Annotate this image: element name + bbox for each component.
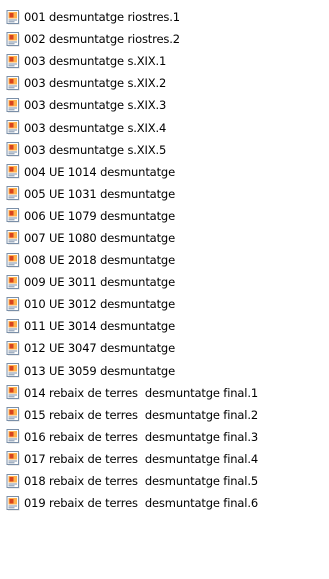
- file-name: 003 desmuntatge s.XIX.4: [24, 120, 167, 135]
- file-item[interactable]: 011 UE 3014 desmuntatge: [0, 315, 329, 337]
- file-name: 019 rebaix de terres desmuntatge final.6: [24, 496, 258, 511]
- file-item[interactable]: 017 rebaix de terres desmuntatge final.4: [0, 448, 329, 470]
- file-name: 006 UE 1079 desmuntatge: [24, 208, 176, 223]
- file-name: 008 UE 2018 desmuntatge: [24, 253, 176, 268]
- presentation-file-icon: [6, 97, 21, 113]
- file-name: 014 rebaix de terres desmuntatge final.1: [24, 385, 258, 400]
- file-name: 011 UE 3014 desmuntatge: [24, 319, 176, 334]
- presentation-file-icon: [6, 495, 21, 511]
- file-name: 003 desmuntatge s.XIX.3: [24, 98, 167, 113]
- presentation-file-icon: [6, 75, 21, 91]
- presentation-file-icon: [6, 296, 21, 312]
- file-item[interactable]: 013 UE 3059 desmuntatge: [0, 360, 329, 382]
- presentation-file-icon: [6, 429, 21, 444]
- file-item[interactable]: 018 rebaix de terres desmuntatge final.5: [0, 470, 329, 492]
- presentation-file-icon: [6, 340, 21, 356]
- presentation-file-icon: [6, 120, 21, 135]
- file-item[interactable]: 012 UE 3047 desmuntatge: [0, 337, 329, 359]
- presentation-file-icon: [6, 274, 21, 290]
- file-name: 001 desmuntatge riostres.1: [24, 10, 180, 25]
- file-item[interactable]: 008 UE 2018 desmuntatge: [0, 249, 329, 271]
- presentation-file-icon: [6, 164, 21, 179]
- file-name: 017 rebaix de terres desmuntatge final.4: [24, 451, 258, 466]
- file-item[interactable]: 016 rebaix de terres desmuntatge final.3: [0, 426, 329, 448]
- file-item[interactable]: 001 desmuntatge riostres.1: [0, 6, 329, 28]
- file-item[interactable]: 004 UE 1014 desmuntatge: [0, 161, 329, 183]
- file-name: 003 desmuntatge s.XIX.5: [24, 142, 167, 157]
- file-item[interactable]: 002 desmuntatge riostres.2: [0, 28, 329, 50]
- file-name: 018 rebaix de terres desmuntatge final.5: [24, 474, 258, 489]
- file-name: 005 UE 1031 desmuntatge: [24, 186, 176, 201]
- file-item[interactable]: 006 UE 1079 desmuntatge: [0, 205, 329, 227]
- file-item[interactable]: 003 desmuntatge s.XIX.4: [0, 116, 329, 138]
- file-name: 003 desmuntatge s.XIX.2: [24, 76, 167, 91]
- file-name: 007 UE 1080 desmuntatge: [24, 230, 176, 245]
- file-name: 012 UE 3047 desmuntatge: [24, 341, 176, 356]
- file-item[interactable]: 015 rebaix de terres desmuntatge final.2: [0, 404, 329, 426]
- file-name: 016 rebaix de terres desmuntatge final.3: [24, 429, 258, 444]
- presentation-file-icon: [6, 186, 21, 201]
- file-item[interactable]: 019 rebaix de terres desmuntatge final.6: [0, 492, 329, 514]
- file-name: 009 UE 3011 desmuntatge: [24, 275, 176, 290]
- presentation-file-icon: [6, 230, 21, 245]
- presentation-file-icon: [6, 473, 21, 489]
- file-item[interactable]: 009 UE 3011 desmuntatge: [0, 271, 329, 293]
- presentation-file-icon: [6, 451, 21, 466]
- presentation-file-icon: [6, 31, 21, 47]
- file-name: 004 UE 1014 desmuntatge: [24, 164, 176, 179]
- file-list: 001 desmuntatge riostres.1 002 desmuntat…: [0, 0, 329, 579]
- presentation-file-icon: [6, 363, 21, 378]
- file-item[interactable]: 003 desmuntatge s.XIX.1: [0, 50, 329, 72]
- file-name: 015 rebaix de terres desmuntatge final.2: [24, 407, 258, 422]
- presentation-file-icon: [6, 252, 21, 268]
- presentation-file-icon: [6, 9, 21, 25]
- file-name: 013 UE 3059 desmuntatge: [24, 363, 176, 378]
- file-item[interactable]: 010 UE 3012 desmuntatge: [0, 293, 329, 315]
- file-name: 010 UE 3012 desmuntatge: [24, 297, 176, 312]
- file-name: 002 desmuntatge riostres.2: [24, 32, 180, 47]
- file-name: 003 desmuntatge s.XIX.1: [24, 54, 167, 69]
- presentation-file-icon: [6, 208, 21, 223]
- presentation-file-icon: [6, 142, 21, 157]
- file-item[interactable]: 005 UE 1031 desmuntatge: [0, 183, 329, 205]
- presentation-file-icon: [6, 407, 21, 422]
- presentation-file-icon: [6, 318, 21, 334]
- presentation-file-icon: [6, 53, 21, 69]
- file-item[interactable]: 003 desmuntatge s.XIX.3: [0, 94, 329, 116]
- file-item[interactable]: 003 desmuntatge s.XIX.2: [0, 72, 329, 94]
- file-item[interactable]: 003 desmuntatge s.XIX.5: [0, 139, 329, 161]
- file-item[interactable]: 014 rebaix de terres desmuntatge final.1: [0, 382, 329, 404]
- file-item[interactable]: 007 UE 1080 desmuntatge: [0, 227, 329, 249]
- presentation-file-icon: [6, 385, 21, 400]
